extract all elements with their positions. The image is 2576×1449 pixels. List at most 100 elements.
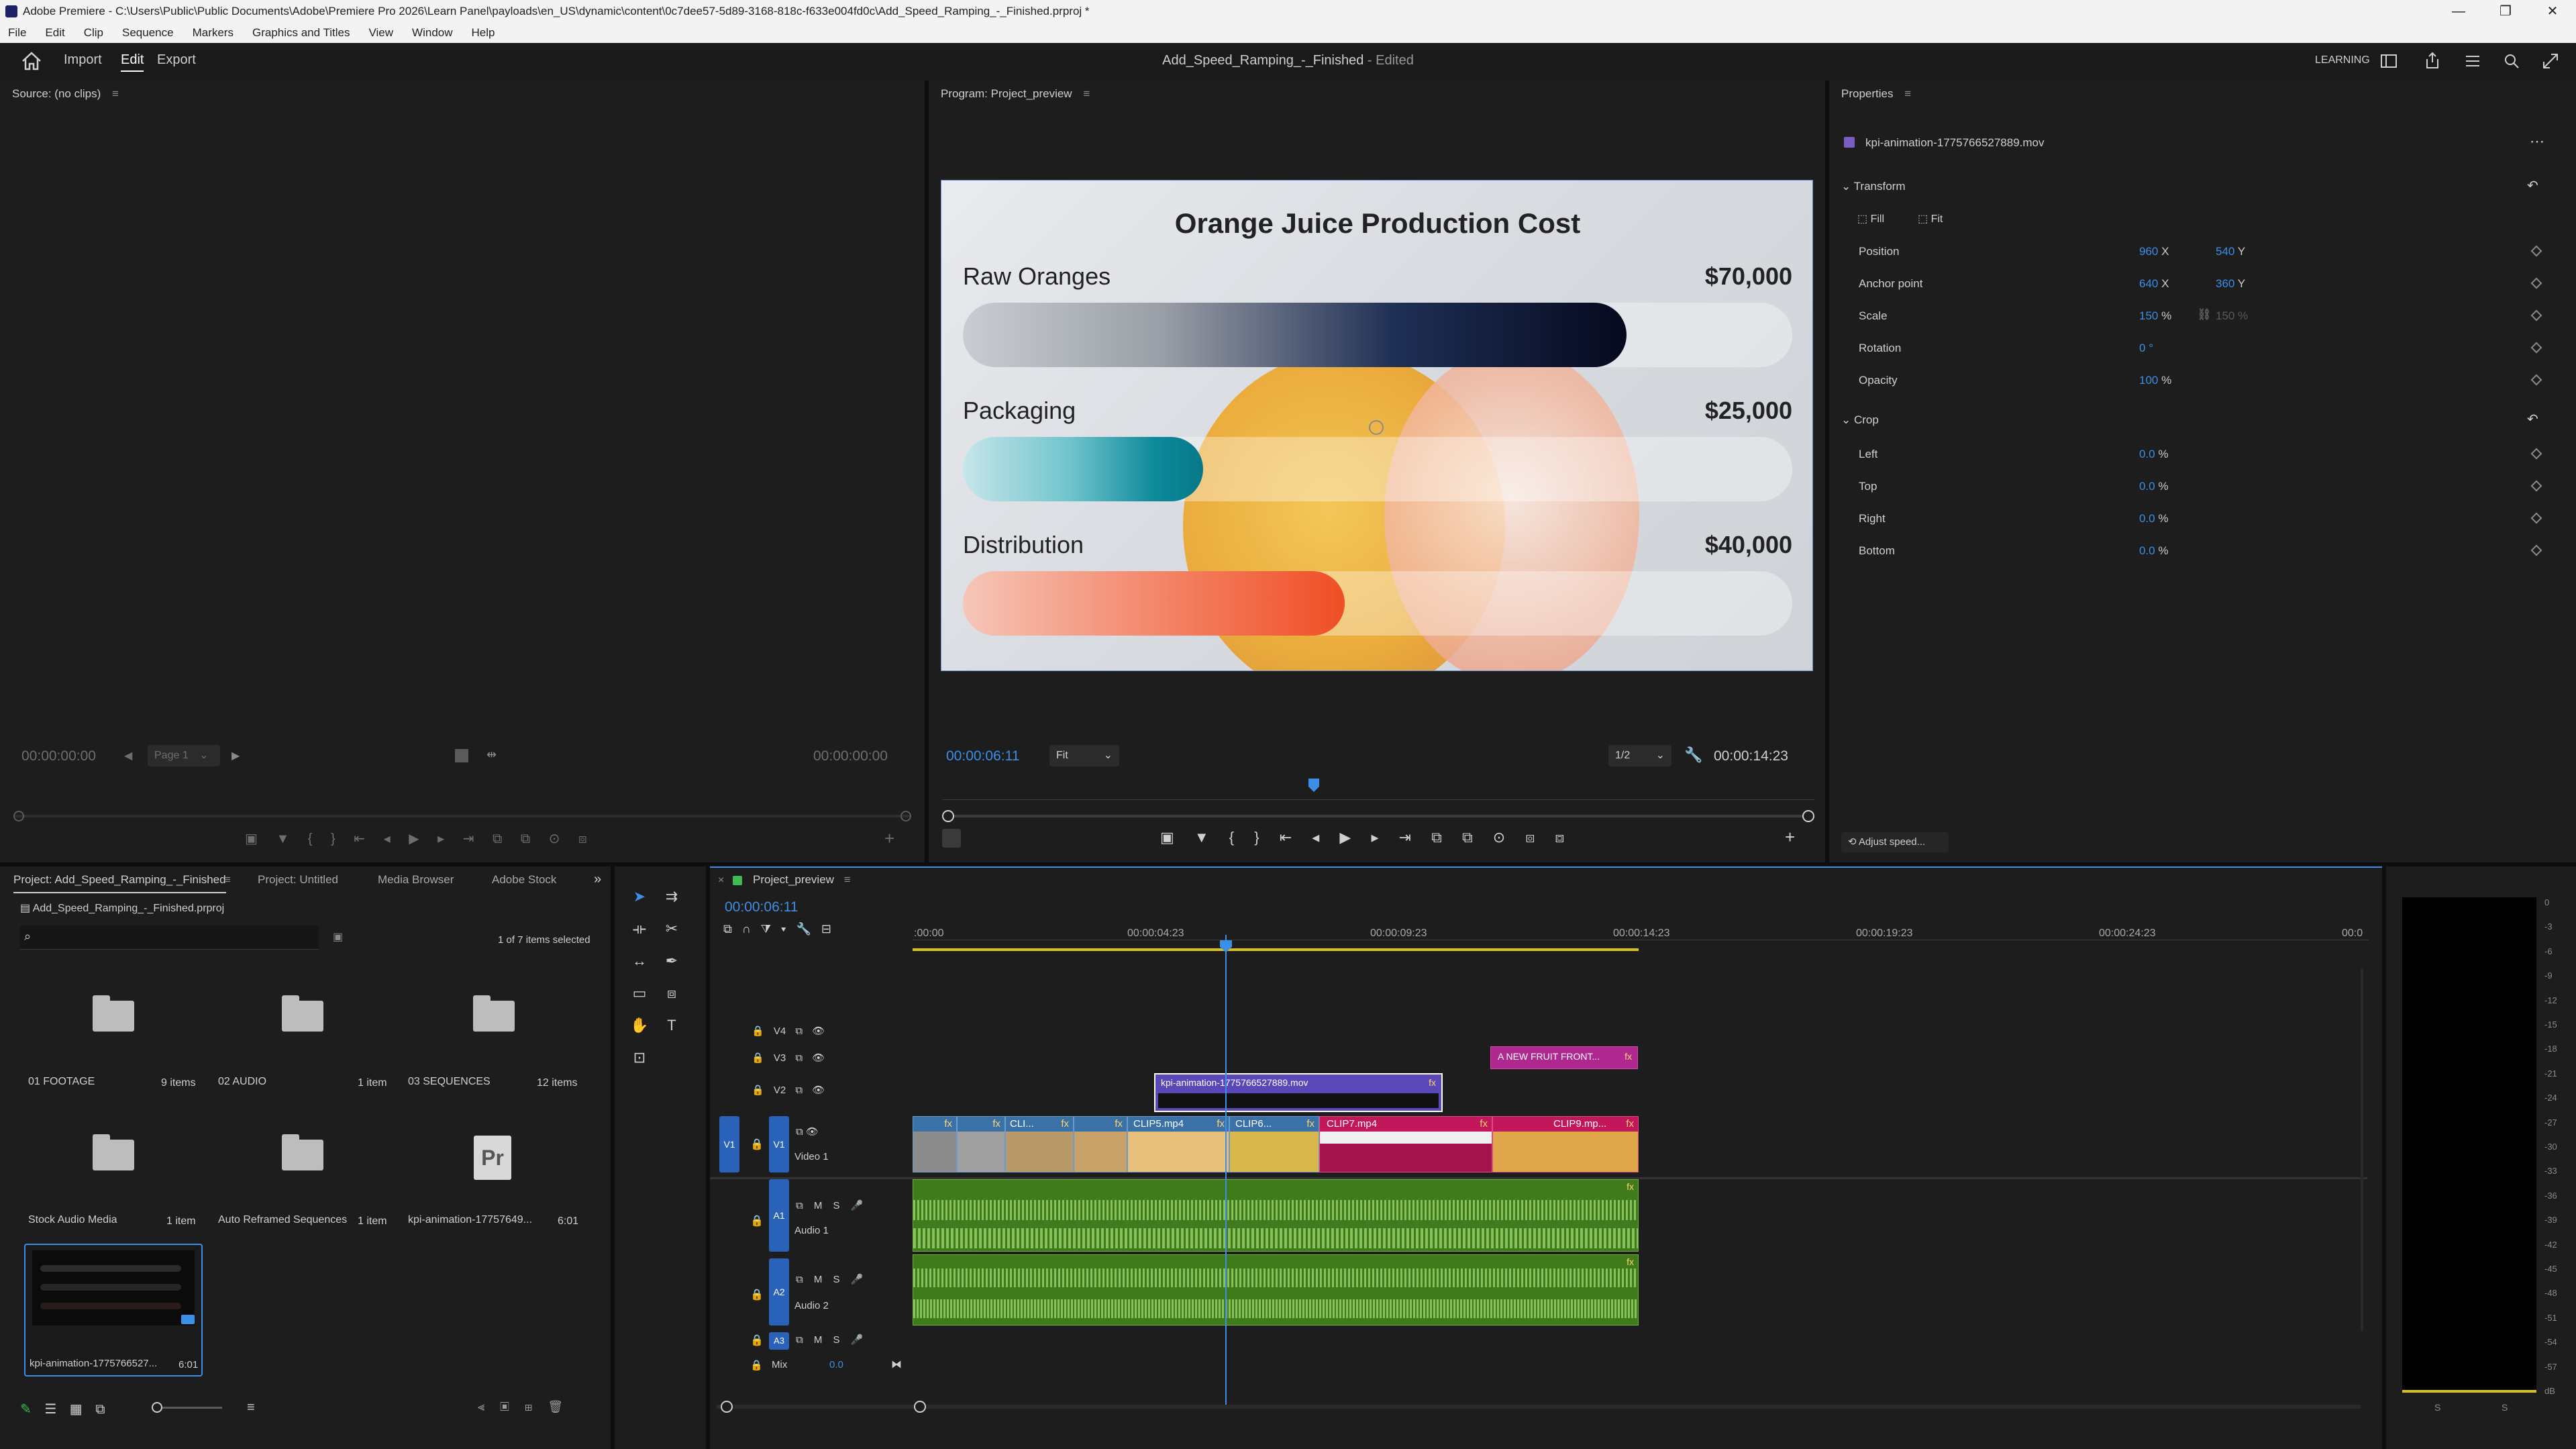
prev-page-icon[interactable]: ◀: [124, 749, 132, 762]
razor-tool-icon[interactable]: ✂: [660, 917, 683, 940]
reset-transform-icon[interactable]: ↶: [2527, 177, 2538, 194]
menu-graphics[interactable]: Graphics and Titles: [252, 26, 350, 40]
track-v1-toggles[interactable]: ⧉ 👁: [796, 1126, 819, 1138]
page-select[interactable]: Page 1 ⌄: [148, 745, 220, 766]
rectangle-tool-icon[interactable]: ▭: [628, 982, 651, 1005]
crop-top-value[interactable]: 0.0 %: [2139, 480, 2169, 493]
opacity-value[interactable]: 100 %: [2139, 374, 2171, 387]
timeline-timecode[interactable]: 00:00:06:11: [725, 899, 798, 915]
timeline-toolbar[interactable]: ⧉ ∩ ⧩ ▾ 🔧 ⊟: [723, 922, 831, 936]
learning-workspace[interactable]: LEARNING: [2315, 54, 2370, 66]
crop-bottom-keyframe-icon[interactable]: [2530, 544, 2542, 556]
tab-adobe-stock[interactable]: Adobe Stock: [492, 866, 556, 893]
clip-v1-clip7[interactable]: CLIP7.mp4 fx: [1319, 1116, 1492, 1172]
program-timecode-current[interactable]: 00:00:06:11: [946, 748, 1019, 764]
thumbnail-size-slider[interactable]: [158, 1407, 222, 1409]
fill-button[interactable]: ⬚ Fill: [1857, 212, 1884, 226]
crop-top-keyframe-icon[interactable]: [2530, 480, 2542, 492]
safe-margins-icon[interactable]: [455, 749, 468, 762]
source-timecode-in[interactable]: 00:00:00:00: [21, 748, 96, 764]
source-patch-v1[interactable]: V1: [719, 1116, 739, 1172]
track-target-a1[interactable]: A1: [769, 1179, 789, 1252]
track-a1-toggles[interactable]: ⧉ M S 🎤: [796, 1199, 863, 1211]
wrench-icon[interactable]: 🔧: [1684, 746, 1702, 764]
more-options-icon[interactable]: ⋯: [2530, 133, 2544, 150]
next-page-icon[interactable]: ▶: [231, 749, 240, 762]
more-tabs-icon[interactable]: »: [594, 872, 601, 887]
menu-file[interactable]: File: [8, 26, 26, 40]
anchor-keyframe-icon[interactable]: [2530, 277, 2542, 289]
reset-crop-icon[interactable]: ↶: [2527, 411, 2538, 428]
crop-left-value[interactable]: 0.0 %: [2139, 448, 2169, 461]
type-tool-icon[interactable]: T: [660, 1014, 683, 1037]
clip-v1-clip9[interactable]: CLIP9.mp... fx: [1492, 1116, 1639, 1172]
track-target-v1[interactable]: V1: [769, 1116, 789, 1172]
clip-v1-clip5[interactable]: CLIP5.mp4 fx: [1127, 1116, 1229, 1172]
menu-markers[interactable]: Markers: [193, 26, 234, 40]
link-scale-icon[interactable]: ⛓: [2197, 308, 2212, 321]
track-v2-controls[interactable]: 🔒 V2 ⧉ 👁: [752, 1084, 832, 1096]
selection-tool-icon[interactable]: ➤: [628, 885, 651, 908]
lock-icon[interactable]: 🔒: [750, 1334, 764, 1347]
source-transport-controls[interactable]: ▣ ▼ { } ⇤ ◂ ▶ ▸ ⇥ ⧉ ⧉ ⊙ ⧇: [245, 830, 587, 847]
mix-lock-icon[interactable]: 🔒: [750, 1359, 763, 1371]
zoom-start-handle[interactable]: [721, 1401, 733, 1413]
rotation-value[interactable]: 0 °: [2139, 342, 2153, 355]
folder-icon[interactable]: [473, 995, 515, 1032]
anchor-x-value[interactable]: 640 X: [2139, 277, 2169, 291]
folder-icon[interactable]: [282, 1134, 323, 1170]
menu-edit[interactable]: Edit: [45, 26, 64, 40]
clip-v1-1[interactable]: fx: [913, 1116, 957, 1172]
project-search-input[interactable]: ⌕: [20, 926, 319, 950]
fullscreen-icon[interactable]: [2542, 52, 2559, 70]
minimize-button[interactable]: —: [2435, 0, 2482, 23]
clip-a2-audio[interactable]: fx: [913, 1254, 1639, 1326]
insert-icon[interactable]: ⇹: [486, 748, 497, 762]
project-bottom-tools[interactable]: ⫷ ▣ ⊞ 🗑: [478, 1400, 563, 1414]
anchor-point-crosshair-icon[interactable]: [1369, 420, 1384, 435]
thumbnail-size-handle[interactable]: [152, 1402, 162, 1413]
clip-v3-title[interactable]: A NEW FRUIT FRONT... fx: [1490, 1046, 1638, 1069]
pen-tool-icon[interactable]: ✒: [660, 950, 683, 972]
track-target-a3[interactable]: A3: [769, 1332, 789, 1350]
crop-bottom-value[interactable]: 0.0 %: [2139, 544, 2169, 558]
mix-value[interactable]: 0.0: [829, 1359, 843, 1370]
position-y-value[interactable]: 540 Y: [2216, 245, 2245, 258]
folder-icon[interactable]: [93, 995, 134, 1032]
share-icon[interactable]: [2424, 51, 2441, 70]
program-transport-controls[interactable]: ▣ ▼ { } ⇤ ◂ ▶ ▸ ⇥ ⧉ ⧉ ⊙ ⧇ ⧈: [1160, 829, 1564, 846]
project-tab-menu-icon[interactable]: ≡: [224, 873, 231, 887]
transform-section-toggle[interactable]: ⌄ Transform: [1841, 180, 1906, 193]
program-scrub-end-handle[interactable]: [1802, 810, 1814, 822]
workspace-icon[interactable]: [2380, 52, 2398, 70]
slip-tool-icon[interactable]: ↔: [628, 950, 651, 972]
position-keyframe-icon[interactable]: [2530, 245, 2542, 257]
sort-icon[interactable]: ≡: [247, 1400, 255, 1415]
opacity-keyframe-icon[interactable]: [2530, 374, 2542, 386]
track-a2-toggles[interactable]: ⧉ M S 🎤: [796, 1273, 863, 1285]
settings-grid-icon[interactable]: [942, 829, 961, 848]
clip-v1-clip6[interactable]: CLIP6... fx: [1229, 1116, 1319, 1172]
lock-icon[interactable]: 🔒: [750, 1288, 764, 1301]
folder-icon[interactable]: [282, 995, 323, 1032]
hand-tool-icon[interactable]: ✋: [628, 1014, 651, 1037]
caption-tool-icon[interactable]: ⊡: [628, 1046, 651, 1069]
crop-left-keyframe-icon[interactable]: [2530, 448, 2542, 460]
zoom-fit-select[interactable]: Fit ⌄: [1049, 745, 1119, 766]
tab-project-current[interactable]: Project: Add_Speed_Ramping_-_Finished: [13, 866, 226, 893]
close-button[interactable]: ✕: [2529, 0, 2576, 23]
horizontal-scrollbar[interactable]: [717, 1405, 2361, 1409]
work-area-bar[interactable]: [913, 948, 1639, 951]
menu-window[interactable]: Window: [412, 26, 452, 40]
menu-sequence[interactable]: Sequence: [122, 26, 174, 40]
track-select-tool-icon[interactable]: ⇉: [660, 885, 683, 908]
sequence-tab[interactable]: Project_preview ≡: [753, 873, 851, 887]
clip-a1-audio[interactable]: fx: [913, 1179, 1639, 1252]
project-view-controls[interactable]: ✎ ☰ ▦ ⧉: [20, 1401, 105, 1417]
adjust-speed-button[interactable]: ⟲ Adjust speed...: [1841, 832, 1949, 852]
clip-v1-4[interactable]: fx: [1074, 1116, 1127, 1172]
anchor-y-value[interactable]: 360 Y: [2216, 277, 2245, 291]
source-scrub-end-handle[interactable]: [900, 811, 911, 821]
kpi-clip-thumbnail[interactable]: kpi-animation-1775766527... 6:01: [24, 1244, 203, 1377]
clip-v1-3[interactable]: CLI... fx: [1005, 1116, 1074, 1172]
